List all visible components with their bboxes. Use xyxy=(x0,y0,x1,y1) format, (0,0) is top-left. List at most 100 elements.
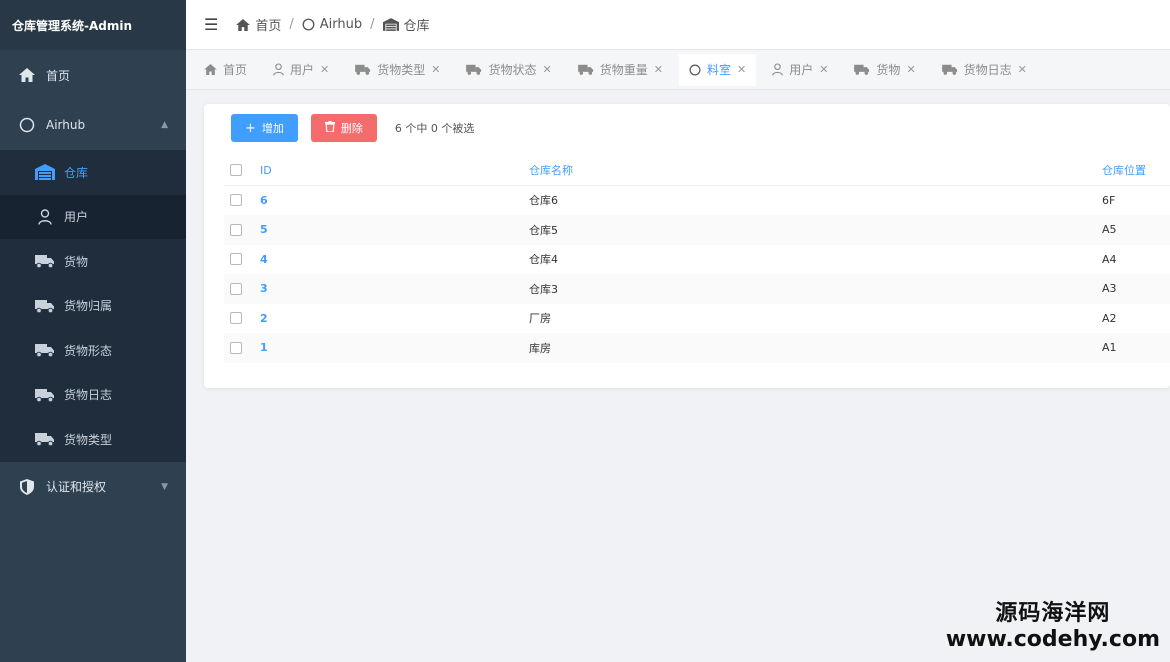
row-location: A2 xyxy=(1102,311,1117,325)
plus-icon: + xyxy=(245,120,256,136)
row-location: A5 xyxy=(1102,223,1117,237)
sidebar-item-label: 用户 xyxy=(64,210,89,225)
home-icon xyxy=(236,18,251,31)
toolbar: + 增加 删除 6 个中 0 个被选 xyxy=(231,114,474,142)
row-checkbox[interactable] xyxy=(230,253,242,266)
sidebar-submenu: 仓库 用户 货物 货物归属 货物形态 货物日志 货物类型 xyxy=(0,150,186,462)
delete-button[interactable]: 删除 xyxy=(310,114,377,142)
tab-label: 用户 xyxy=(789,63,814,77)
truck-icon xyxy=(577,64,594,75)
table-row: 4 仓库4 A4 xyxy=(224,245,1170,275)
row-location: 6F xyxy=(1102,193,1116,207)
close-icon[interactable]: ✕ xyxy=(906,63,915,76)
select-all-checkbox[interactable] xyxy=(230,164,242,177)
tab-material-room[interactable]: 料室 ✕ xyxy=(678,53,757,86)
circle-icon xyxy=(302,18,315,31)
tab-goods-log[interactable]: 货物日志 ✕ xyxy=(932,54,1037,86)
sidebar: 仓库管理系统-Admin 首页 Airhub ▲ 仓库 用户 货物 货物归属 货… xyxy=(0,0,186,662)
table-row: 2 厂房 A2 xyxy=(224,304,1170,334)
row-id-link[interactable]: 4 xyxy=(260,253,268,266)
row-name: 仓库5 xyxy=(529,223,558,237)
watermark-line2: www.codehy.com xyxy=(945,627,1160,652)
menu-toggle-icon[interactable]: ☰ xyxy=(204,15,218,34)
close-icon[interactable]: ✕ xyxy=(1018,63,1027,76)
row-checkbox[interactable] xyxy=(230,282,242,295)
row-id-link[interactable]: 1 xyxy=(260,341,268,354)
shield-icon xyxy=(18,478,36,496)
breadcrumb-separator: / xyxy=(289,17,294,32)
chevron-down-icon: ▼ xyxy=(161,481,168,492)
sidebar-item-label: 仓库 xyxy=(64,165,89,180)
row-id-link[interactable]: 5 xyxy=(260,223,268,236)
row-checkbox[interactable] xyxy=(230,223,242,236)
close-icon[interactable]: ✕ xyxy=(543,63,552,76)
breadcrumb-home[interactable]: 首页 xyxy=(255,15,281,34)
close-icon[interactable]: ✕ xyxy=(737,63,746,76)
row-id-link[interactable]: 6 xyxy=(260,194,268,207)
content-card: + 增加 删除 6 个中 0 个被选 ID 仓库名称 仓库位置 6 仓库6 6F… xyxy=(204,104,1170,388)
tab-label: 用户 xyxy=(290,63,315,77)
row-name: 仓库4 xyxy=(529,253,558,267)
sidebar-item-label: 货物日志 xyxy=(64,388,113,403)
selection-count: 6 个中 0 个被选 xyxy=(394,122,475,135)
table-row: 6 仓库6 6F xyxy=(224,186,1170,216)
sidebar-item-label: 认证和授权 xyxy=(46,480,107,494)
user-icon xyxy=(35,209,55,225)
truck-icon xyxy=(355,64,371,75)
sidebar-item-goods[interactable]: 货物 xyxy=(0,239,186,284)
tab-user-2[interactable]: 用户 ✕ xyxy=(762,54,838,86)
tab-goods-weight[interactable]: 货物重量 ✕ xyxy=(568,54,673,86)
column-header-location[interactable]: 仓库位置 xyxy=(1102,162,1146,178)
row-location: A3 xyxy=(1102,282,1117,296)
tab-label: 货物状态 xyxy=(488,63,537,77)
row-id-link[interactable]: 2 xyxy=(260,312,268,325)
sidebar-item-label: 货物归属 xyxy=(64,299,113,314)
table-header: ID 仓库名称 仓库位置 xyxy=(224,156,1170,186)
app-title: 仓库管理系统-Admin xyxy=(0,0,186,50)
sidebar-item-home[interactable]: 首页 xyxy=(0,50,186,100)
trash-icon xyxy=(324,120,335,136)
breadcrumb-airhub[interactable]: Airhub xyxy=(320,17,362,32)
home-icon xyxy=(204,64,217,75)
row-name: 仓库6 xyxy=(529,194,558,208)
sidebar-item-user[interactable]: 用户 xyxy=(0,194,186,239)
sidebar-item-warehouse[interactable]: 仓库 xyxy=(0,150,186,195)
add-button[interactable]: + 增加 xyxy=(231,114,298,142)
sidebar-item-label: 货物形态 xyxy=(64,343,113,358)
sidebar-item-goods-log[interactable]: 货物日志 xyxy=(0,373,186,418)
row-name: 仓库3 xyxy=(529,282,558,296)
tab-home[interactable]: 首页 xyxy=(194,54,257,86)
sidebar-item-airhub[interactable]: Airhub ▲ xyxy=(0,100,186,150)
breadcrumb: 首页 / Airhub / 仓库 xyxy=(236,15,430,34)
table-row: 1 库房 A1 xyxy=(224,333,1170,363)
sidebar-item-goods-owner[interactable]: 货物归属 xyxy=(0,284,186,329)
column-header-id[interactable]: ID xyxy=(260,164,272,177)
row-checkbox[interactable] xyxy=(230,194,242,207)
sidebar-item-goods-type[interactable]: 货物类型 xyxy=(0,417,186,462)
tab-user[interactable]: 用户 ✕ xyxy=(263,54,339,86)
row-id-link[interactable]: 3 xyxy=(260,282,268,295)
column-header-name[interactable]: 仓库名称 xyxy=(529,162,573,178)
sidebar-item-goods-form[interactable]: 货物形态 xyxy=(0,328,186,373)
row-checkbox[interactable] xyxy=(230,341,242,354)
sidebar-item-auth[interactable]: 认证和授权 ▼ xyxy=(0,462,186,512)
row-checkbox[interactable] xyxy=(230,312,242,325)
sidebar-item-label: 货物 xyxy=(64,254,89,269)
close-icon[interactable]: ✕ xyxy=(654,63,663,76)
close-icon[interactable]: ✕ xyxy=(431,63,440,76)
truck-icon xyxy=(35,342,55,358)
tab-goods-type[interactable]: 货物类型 ✕ xyxy=(345,54,450,86)
truck-icon xyxy=(35,253,55,269)
home-icon xyxy=(18,66,36,84)
tab-goods[interactable]: 货物 ✕ xyxy=(844,54,925,86)
truck-icon xyxy=(35,387,55,403)
row-location: A4 xyxy=(1102,252,1117,266)
row-location: A1 xyxy=(1102,341,1117,355)
breadcrumb-separator: / xyxy=(370,17,375,32)
truck-icon xyxy=(941,64,958,75)
sidebar-item-label: 货物类型 xyxy=(64,432,113,447)
close-icon[interactable]: ✕ xyxy=(320,63,329,76)
close-icon[interactable]: ✕ xyxy=(819,63,828,76)
tab-goods-status[interactable]: 货物状态 ✕ xyxy=(456,54,561,86)
tab-label: 货物 xyxy=(876,63,901,77)
